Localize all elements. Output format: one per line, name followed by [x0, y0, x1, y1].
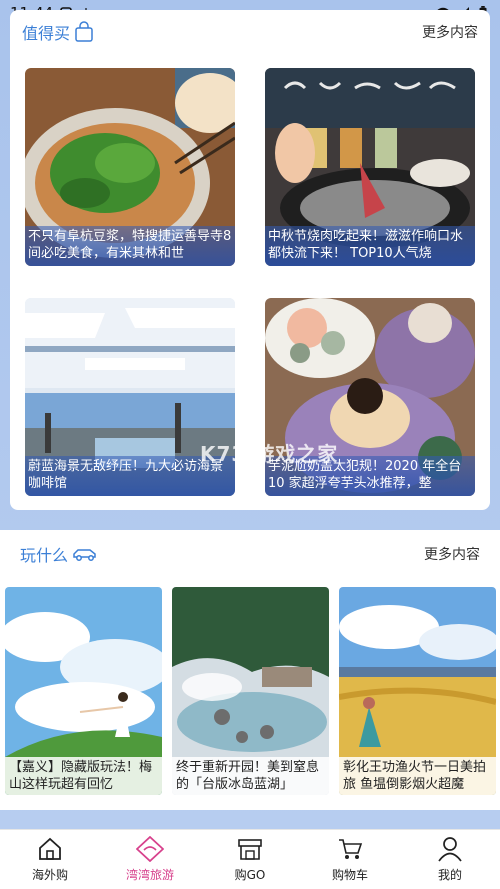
things-to-do-title-text: 玩什么 [20, 546, 69, 565]
store-icon [238, 839, 262, 860]
things-to-do-more-link[interactable]: 更多内容 [424, 544, 480, 564]
activity-caption: 彰化王功渔火节一日美拍旅 鱼塭倒影烟火超魔 [339, 757, 496, 795]
nav-item-mine[interactable]: 我的 [400, 830, 500, 889]
worth-buying-header: 值得买 更多内容 [10, 14, 490, 50]
nav-label: 我的 [437, 868, 462, 882]
worth-buying-title: 值得买 [22, 20, 94, 44]
article-caption: 中秋节烧肉吃起来！滋滋作响口水都快流下来！ TOP10人气烧 [265, 226, 475, 266]
things-to-do-title: 玩什么 [20, 542, 98, 566]
user-icon [438, 837, 462, 862]
things-to-do-card: 玩什么 更多内容 【嘉义】隐藏版玩法！梅山这样玩超有回忆 终于重新开园！美到窒息… [0, 530, 500, 810]
nav-item-cart[interactable]: 购物车 [300, 830, 400, 889]
activity-tile[interactable]: 彰化王功渔火节一日美拍旅 鱼塭倒影烟火超魔 [339, 587, 496, 795]
nav-label: 海外购 [31, 868, 68, 882]
home-icon [39, 837, 61, 860]
nav-label: 购GO [234, 868, 266, 882]
nav-label: 湾湾旅游 [125, 868, 174, 882]
car-icon [73, 549, 96, 561]
things-to-do-header: 玩什么 更多内容 [0, 536, 500, 572]
worth-buying-title-text: 值得买 [22, 24, 71, 43]
nav-item-travel[interactable]: 湾湾旅游 [100, 830, 200, 889]
shopping-bag-icon [75, 21, 93, 42]
activity-tile[interactable]: 终于重新开园！美到窒息的「台版冰岛蓝湖」 [172, 587, 329, 795]
nav-label: 购物车 [331, 868, 368, 882]
article-tile[interactable]: 中秋节烧肉吃起来！滋滋作响口水都快流下来！ TOP10人气烧 [265, 68, 475, 266]
watermark-text: K73 游戏之家 [200, 442, 339, 466]
article-tile[interactable]: 不只有阜杭豆浆，特搜捷运善导寺8间必吃美食，有米其林和世 [25, 68, 235, 266]
bottom-nav: 海外购 湾湾旅游 购GO 购物车 我的 [0, 829, 500, 889]
activity-caption: 终于重新开园！美到窒息的「台版冰岛蓝湖」 [172, 757, 329, 795]
nav-item-overseas[interactable]: 海外购 [0, 830, 100, 889]
activity-caption: 【嘉义】隐藏版玩法！梅山这样玩超有回忆 [5, 757, 162, 795]
travel-diamond-icon [136, 836, 164, 862]
article-caption: 不只有阜杭豆浆，特搜捷运善导寺8间必吃美食，有米其林和世 [25, 226, 235, 266]
nav-item-go[interactable]: 购GO [200, 830, 300, 889]
worth-buying-more-link[interactable]: 更多内容 [422, 22, 478, 42]
activity-tile[interactable]: 【嘉义】隐藏版玩法！梅山这样玩超有回忆 [5, 587, 162, 795]
worth-buying-card: 值得买 更多内容 不只有阜杭豆浆，特搜捷运善导寺8间必吃美食，有米其林和世 中秋… [10, 10, 490, 510]
things-to-do-row: 【嘉义】隐藏版玩法！梅山这样玩超有回忆 终于重新开园！美到窒息的「台版冰岛蓝湖」 [5, 587, 496, 797]
cart-icon [339, 839, 363, 859]
